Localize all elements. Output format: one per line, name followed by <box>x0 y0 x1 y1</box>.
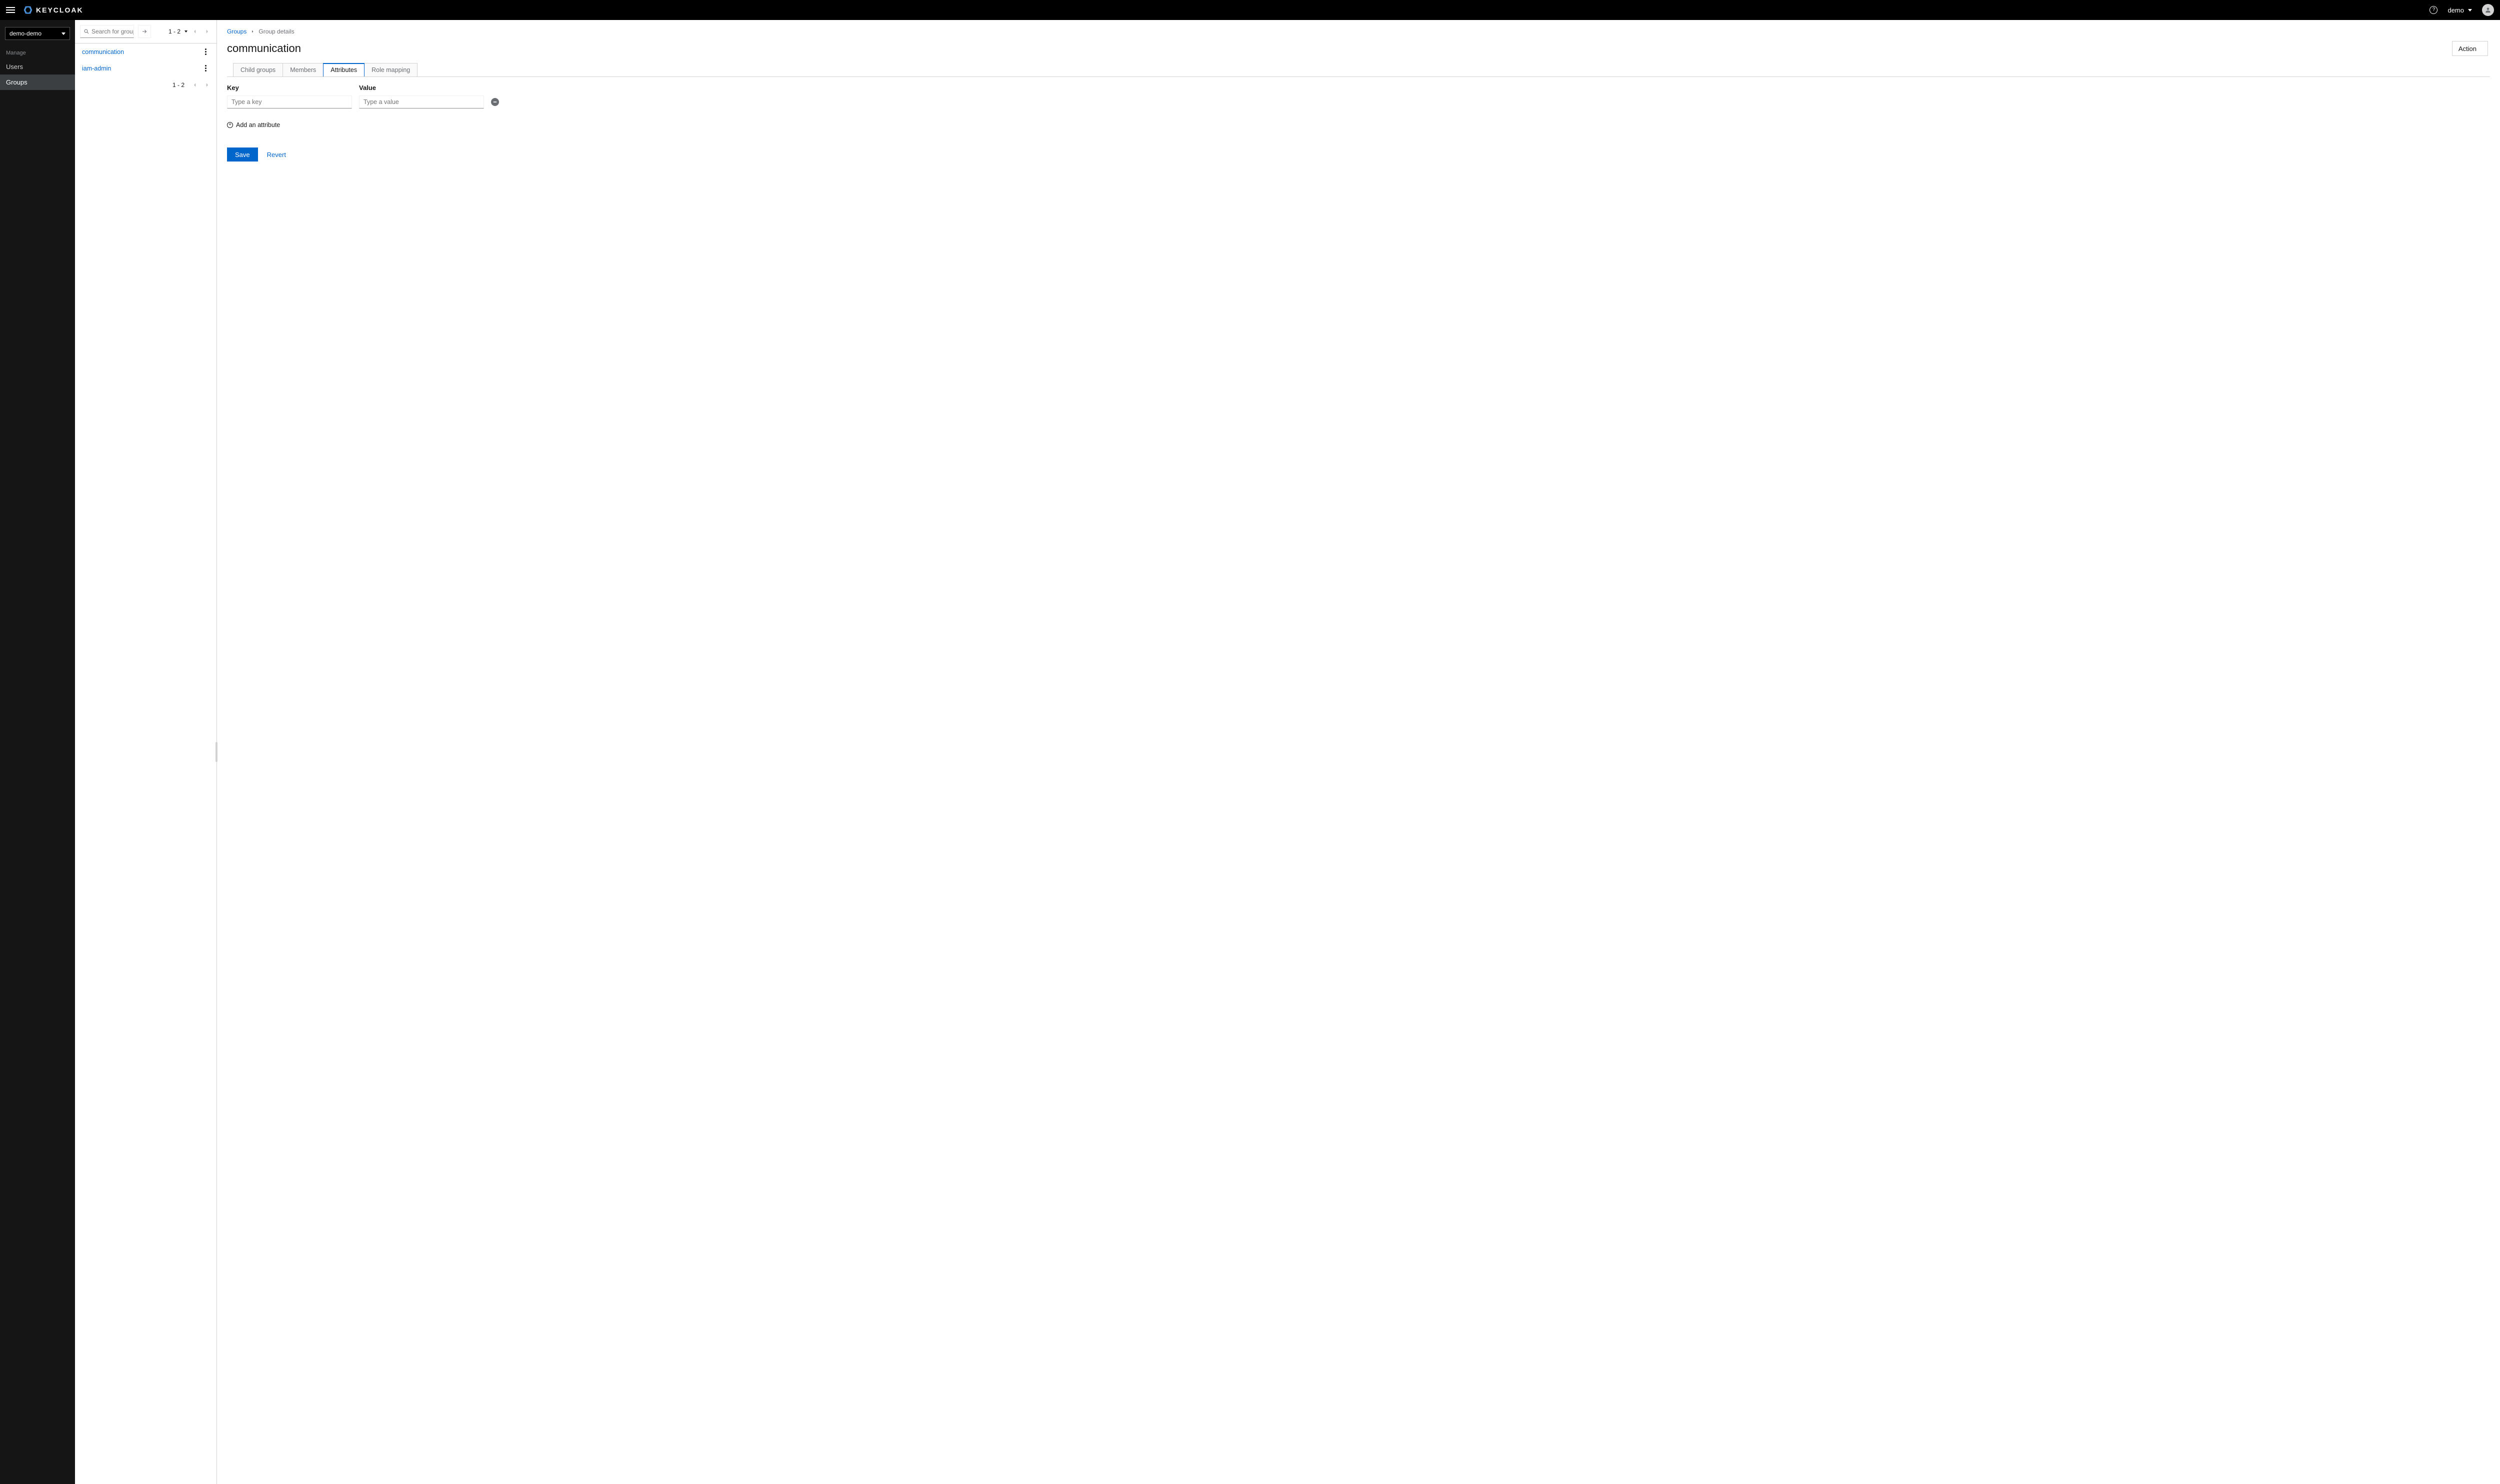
search-icon <box>84 28 90 34</box>
tab-members[interactable]: Members <box>282 63 324 76</box>
groups-bottom-pager: 1 - 2 <box>75 76 216 94</box>
caret-down-icon[interactable] <box>184 30 188 32</box>
sidebar: demo-demo Manage Users Groups <box>0 20 75 1484</box>
brand-text: KEYCLOAK <box>36 6 84 14</box>
pager-prev[interactable] <box>190 27 200 36</box>
panel-resize-handle[interactable] <box>216 742 218 762</box>
chevron-right-icon <box>250 28 254 35</box>
action-menu[interactable]: Action <box>2452 41 2488 56</box>
tabs: Child groups Members Attributes Role map… <box>227 63 2490 77</box>
group-link-iam-admin[interactable]: iam-admin <box>82 65 111 72</box>
breadcrumb: Groups Group details <box>227 28 2490 35</box>
pager-next[interactable] <box>202 80 212 90</box>
tab-attributes[interactable]: Attributes <box>323 63 364 76</box>
breadcrumb-root-link[interactable]: Groups <box>227 28 246 35</box>
caret-down-icon <box>2468 9 2472 12</box>
caret-down-icon <box>62 32 66 35</box>
help-icon[interactable]: ? <box>2430 6 2438 14</box>
column-header-value: Value <box>359 84 484 92</box>
sidebar-item-users[interactable]: Users <box>0 59 75 74</box>
attribute-row <box>227 96 2490 108</box>
group-row-actions[interactable] <box>202 46 210 57</box>
user-menu[interactable]: demo <box>2448 6 2472 14</box>
menu-toggle-button[interactable] <box>6 5 16 15</box>
pager-next[interactable] <box>202 27 212 36</box>
groups-panel: 1 - 2 communication iam-admin 1 - 2 <box>75 20 217 1484</box>
keycloak-logo-icon <box>23 5 33 15</box>
breadcrumb-current: Group details <box>258 28 294 35</box>
attribute-value-input[interactable] <box>359 96 484 108</box>
minus-icon <box>493 100 497 104</box>
action-menu-label: Action <box>2458 45 2476 52</box>
tab-role-mapping[interactable]: Role mapping <box>364 63 418 76</box>
realm-selector[interactable]: demo-demo <box>5 27 70 40</box>
avatar[interactable] <box>2482 4 2494 16</box>
groups-top-pager: 1 - 2 <box>168 27 212 36</box>
page-range-label: 1 - 2 <box>168 28 180 35</box>
main-content: Groups Group details communication Actio… <box>217 20 2500 1484</box>
pager-prev[interactable] <box>190 80 200 90</box>
page-title: communication <box>227 42 301 55</box>
group-row-actions[interactable] <box>202 63 210 74</box>
plus-circle-icon: + <box>227 122 233 128</box>
brand: KEYCLOAK <box>23 5 84 15</box>
realm-selector-value: demo-demo <box>10 30 42 37</box>
add-attribute-button[interactable]: + Add an attribute <box>227 122 2490 128</box>
column-header-key: Key <box>227 84 352 92</box>
username-label: demo <box>2448 6 2464 14</box>
attribute-key-input[interactable] <box>227 96 352 108</box>
add-attribute-label: Add an attribute <box>236 122 280 128</box>
revert-button[interactable]: Revert <box>267 151 286 158</box>
top-header: KEYCLOAK ? demo <box>0 0 2500 20</box>
group-row: communication <box>75 44 216 60</box>
group-row: iam-admin <box>75 60 216 76</box>
attributes-form: Key Value + Add an attribute Save Rev <box>227 77 2490 162</box>
remove-attribute-button[interactable] <box>491 98 499 106</box>
group-link-communication[interactable]: communication <box>82 48 124 56</box>
groups-search[interactable] <box>80 25 134 38</box>
groups-search-submit[interactable] <box>138 25 151 38</box>
save-button[interactable]: Save <box>227 148 258 162</box>
arrow-right-icon <box>142 28 148 34</box>
tab-child-groups[interactable]: Child groups <box>233 63 283 76</box>
sidebar-item-groups[interactable]: Groups <box>0 74 75 90</box>
page-range-label: 1 - 2 <box>172 82 184 88</box>
sidebar-section-label: Manage <box>0 47 75 59</box>
